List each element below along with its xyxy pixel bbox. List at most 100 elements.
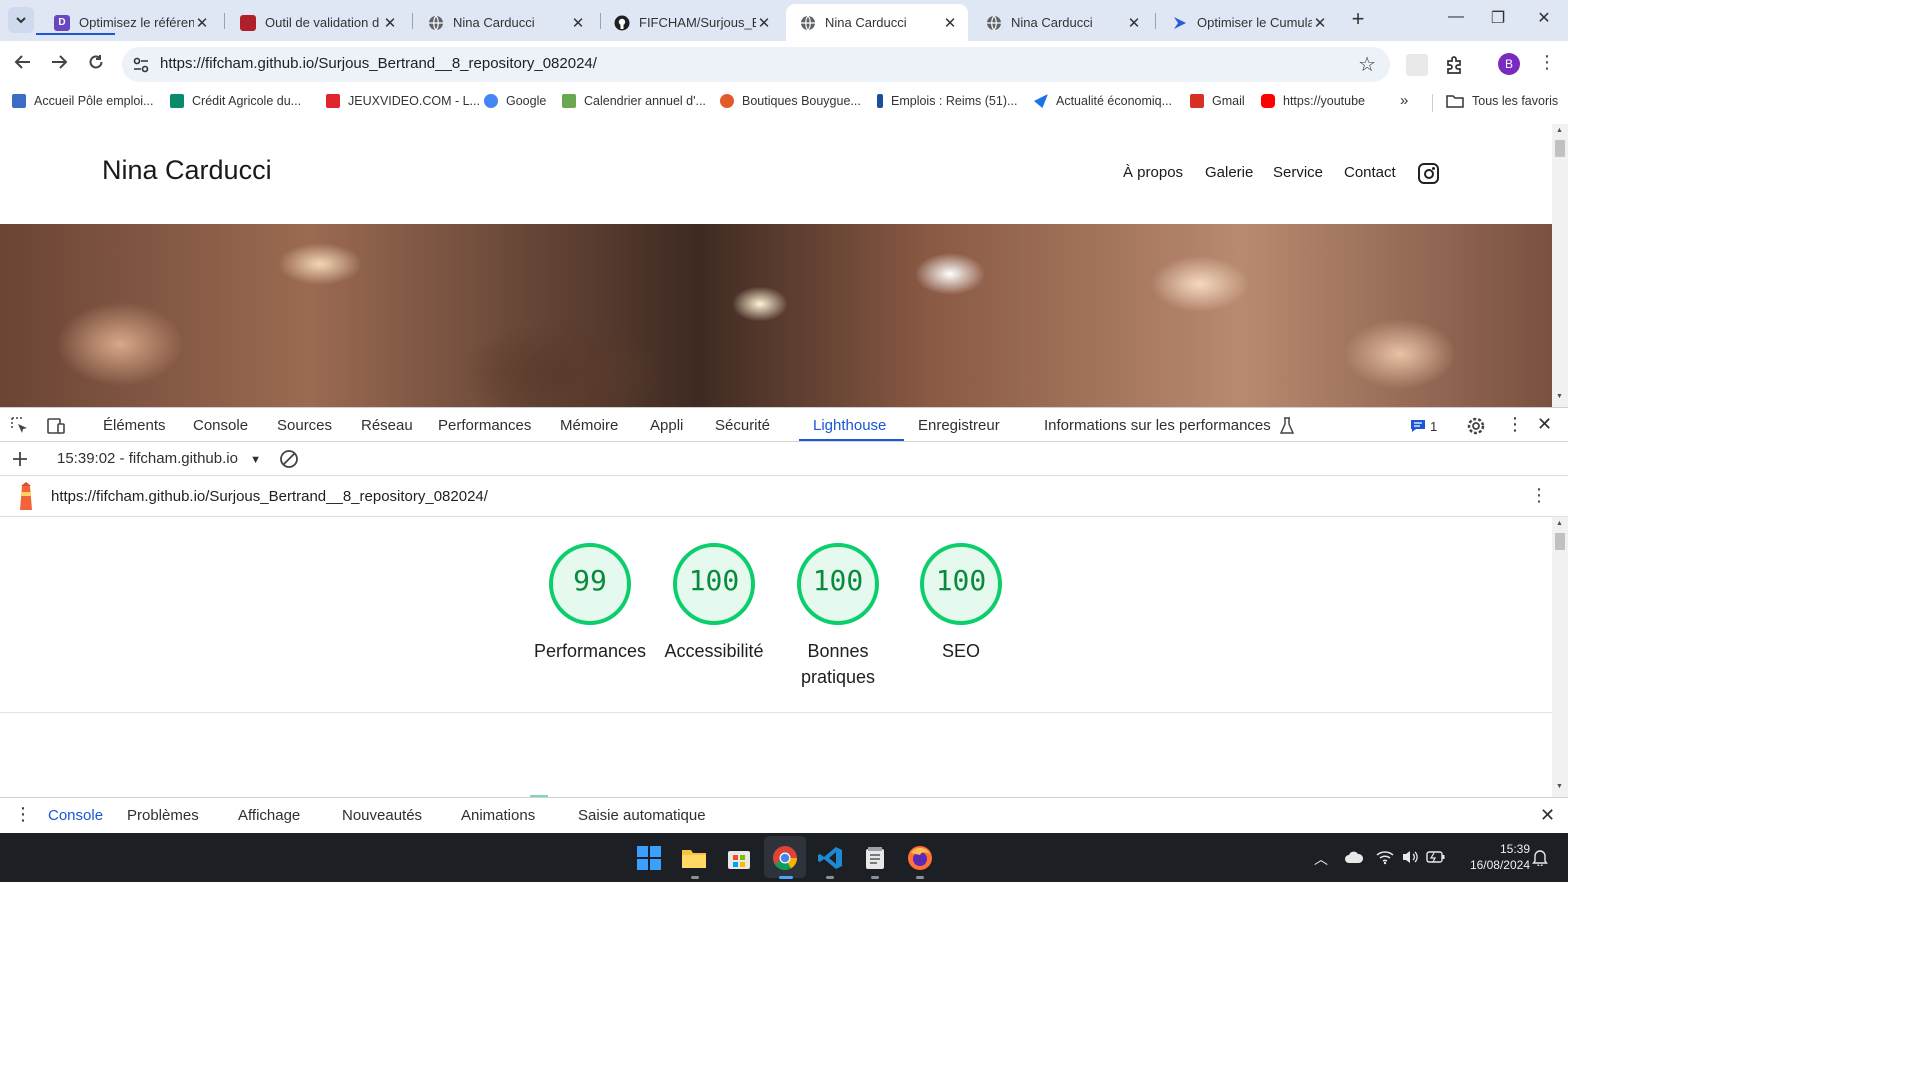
plus-icon[interactable] [11,450,29,468]
all-bookmarks-button[interactable]: Tous les favoris [1446,94,1558,108]
report-scrollbar-thumb[interactable] [1555,533,1565,550]
onedrive-cloud-icon[interactable] [1344,850,1364,864]
inspect-element-icon[interactable] [10,416,30,436]
reload-button[interactable] [83,52,109,78]
scroll-down-icon[interactable]: ▼ [1556,783,1563,790]
report-selector[interactable]: 15:39:02 - fifcham.github.io ▼ [57,450,261,467]
file-explorer-icon[interactable] [681,845,707,871]
close-tab-icon[interactable]: ✕ [570,14,586,32]
new-tab-button[interactable]: + [1346,8,1370,32]
close-tab-icon[interactable]: ✕ [942,14,958,32]
devtools-tab-lighthouse[interactable]: Lighthouse [813,417,886,434]
nav-link-gallery[interactable]: Galerie [1205,164,1253,181]
gear-icon[interactable] [1466,416,1486,436]
bookmark-item[interactable]: Actualité économiq... [1034,94,1172,108]
issues-icon[interactable] [1410,419,1426,433]
devtools-tab-console[interactable]: Console [193,417,248,434]
report-menu-icon[interactable]: ⋮ [1530,485,1548,506]
scroll-up-icon[interactable]: ▲ [1556,520,1563,527]
drawer-tab-console[interactable]: Console [48,807,103,824]
battery-icon[interactable] [1426,850,1446,864]
close-devtools-icon[interactable]: ✕ [1537,414,1552,435]
puzzle-icon[interactable] [1444,54,1466,76]
clear-icon[interactable] [279,449,299,469]
scroll-down-icon[interactable]: ▼ [1556,393,1563,400]
browser-tab[interactable]: Optimiser le Cumula ✕ [1158,4,1338,41]
forward-button[interactable] [46,52,72,78]
close-tab-icon[interactable]: ✕ [1126,14,1142,32]
show-hidden-icons-chevron-icon[interactable]: ︿ [1314,849,1328,869]
bookmark-item[interactable]: Gmail [1190,94,1245,108]
devtools-tab-elements[interactable]: Éléments [103,417,166,434]
site-settings-icon[interactable] [132,56,150,74]
site-title[interactable]: Nina Carducci [102,155,272,186]
scroll-up-icon[interactable]: ▲ [1556,127,1563,134]
score-gauge-accessibility[interactable]: 100 [673,543,755,625]
minimize-button[interactable]: — [1436,8,1476,32]
close-tab-icon[interactable]: ✕ [382,14,398,32]
bookmark-item[interactable]: Boutiques Bouygue... [720,94,861,108]
nav-link-contact[interactable]: Contact [1344,164,1396,181]
vscode-icon[interactable] [817,845,843,871]
bookmark-item[interactable]: Emplois : Reims (51)... [877,94,1017,108]
instagram-icon[interactable] [1418,163,1439,184]
devtools-tab-application[interactable]: Appli [650,417,683,434]
nav-link-about[interactable]: À propos [1123,164,1183,181]
wifi-icon[interactable] [1376,849,1394,865]
browser-tab[interactable]: Nina Carducci ✕ [414,4,596,41]
drawer-tab-autofill[interactable]: Saisie automatique [578,807,706,824]
browser-tab-active[interactable]: Nina Carducci ✕ [786,4,968,41]
close-tab-icon[interactable]: ✕ [756,14,772,32]
back-button[interactable] [10,52,36,78]
notification-bell-icon[interactable] [1532,849,1548,866]
notepad-icon[interactable] [862,845,888,871]
devtools-tab-memory[interactable]: Mémoire [560,417,618,434]
devtools-tab-sources[interactable]: Sources [277,417,332,434]
score-gauge-seo[interactable]: 100 [920,543,1002,625]
bookmark-star-icon[interactable]: ☆ [1358,52,1376,77]
address-bar[interactable]: https://fifcham.github.io/Surjous_Bertra… [122,47,1390,82]
devtools-tab-security[interactable]: Sécurité [715,417,770,434]
browser-tab[interactable]: D Optimisez le référenc ✕ [40,4,220,41]
profile-avatar[interactable]: B [1498,53,1520,75]
close-tab-icon[interactable]: ✕ [1312,14,1328,32]
devtools-tab-recorder[interactable]: Enregistreur [918,417,1000,434]
drawer-tab-animations[interactable]: Animations [461,807,535,824]
more-menu-icon[interactable]: ⋮ [1538,52,1556,73]
drawer-tab-issues[interactable]: Problèmes [127,807,199,824]
browser-tab[interactable]: Nina Carducci ✕ [972,4,1152,41]
issues-count[interactable]: 1 [1430,419,1437,434]
devtools-tab-performance[interactable]: Performances [438,417,531,434]
nav-link-service[interactable]: Service [1273,164,1323,181]
tab-search-button[interactable] [8,7,34,33]
drawer-tab-whats-new[interactable]: Nouveautés [342,807,422,824]
extension-icon[interactable] [1406,54,1428,76]
devtools-tab-performance-insights[interactable]: Informations sur les performances [1044,417,1271,434]
devtools-more-icon[interactable]: ⋮ [1506,414,1524,435]
bookmark-item[interactable]: Accueil Pôle emploi... [12,94,154,108]
bookmark-item[interactable]: https://youtube [1261,94,1365,108]
firefox-icon[interactable] [907,845,933,871]
bookmark-item[interactable]: Google [484,94,546,108]
system-clock[interactable]: 15:39 16/08/2024 [1450,841,1530,873]
browser-tab[interactable]: Outil de validation d ✕ [226,4,408,41]
restore-button[interactable]: ❐ [1478,8,1518,32]
page-scrollbar[interactable]: ▲ ▼ [1552,124,1568,407]
drawer-menu-icon[interactable]: ⋮ [14,804,32,825]
close-drawer-icon[interactable]: ✕ [1540,805,1555,826]
windows-start-icon[interactable] [636,845,662,871]
browser-tab[interactable]: FIFCHAM/Surjous_Be ✕ [600,4,782,41]
more-bookmarks-button[interactable]: » [1400,92,1408,109]
drawer-tab-rendering[interactable]: Affichage [238,807,300,824]
speaker-icon[interactable] [1402,849,1418,865]
score-gauge-performance[interactable]: 99 [549,543,631,625]
close-tab-icon[interactable]: ✕ [194,14,210,32]
chrome-icon[interactable] [772,845,798,871]
report-scrollbar[interactable]: ▲ ▼ [1552,517,1568,797]
score-gauge-best-practices[interactable]: 100 [797,543,879,625]
close-window-button[interactable]: ✕ [1524,8,1564,32]
bookmark-item[interactable]: Calendrier annuel d'... [562,94,706,108]
report-url[interactable]: https://fifcham.github.io/Surjous_Bertra… [51,488,488,505]
devtools-tab-network[interactable]: Réseau [361,417,413,434]
bookmark-item[interactable]: Crédit Agricole du... [170,94,301,108]
